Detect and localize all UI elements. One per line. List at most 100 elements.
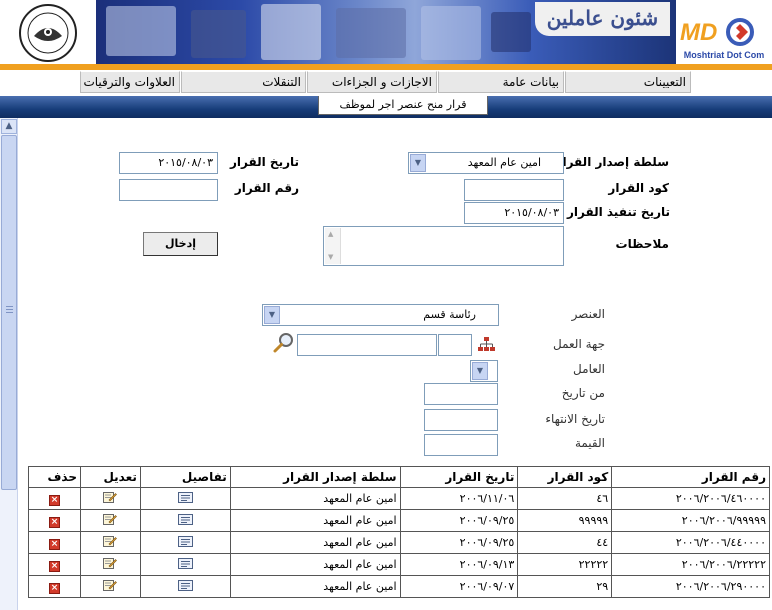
cell-delete: ×	[28, 531, 81, 554]
execution-date-field[interactable]: ٢٠١٥/٠٨/٠٣	[464, 202, 564, 224]
cell-details	[139, 553, 231, 576]
cell-authority: امين عام المعهد	[229, 487, 401, 510]
decision-code-field[interactable]	[464, 179, 564, 201]
cell-delete: ×	[28, 509, 81, 532]
scroll-thumb[interactable]	[1, 135, 17, 490]
element-select[interactable]: رئاسة قسم ▼	[262, 304, 499, 326]
value-field[interactable]	[424, 434, 498, 456]
delete-icon[interactable]: ×	[48, 582, 60, 594]
decision-date-label: تاريخ القرار	[230, 155, 299, 169]
element-select-value: رئاسة قسم	[423, 308, 476, 321]
cell-date: ٢٠٠٦/٠٩/١٣	[399, 553, 519, 576]
edit-icon[interactable]	[103, 557, 118, 569]
scroll-up-button[interactable]: ▲	[1, 119, 17, 134]
cell-code: ٢٢٢٢٢	[517, 553, 613, 576]
table-row: ٢٠٠٦/٢٠٠٦/٤٤٠٠٠٠ ٤٤ ٢٠٠٦/٠٩/٢٥ امين عام الم…	[28, 531, 770, 554]
details-icon[interactable]	[177, 491, 193, 503]
delete-icon[interactable]: ×	[48, 538, 60, 550]
edit-icon[interactable]	[103, 579, 118, 591]
menu-item-transfers[interactable]: التنقلات	[181, 71, 306, 93]
menu-item-appointments[interactable]: التعيينات	[565, 71, 691, 93]
details-icon[interactable]	[177, 579, 193, 591]
table-row: ٢٠٠٦/٢٠٠٦/٢٩٠٠٠٠ ٢٩ ٢٠٠٦/٠٩/٠٧ امين عام الم…	[28, 575, 770, 598]
cell-details	[139, 509, 231, 532]
menu-item-leaves-penalties[interactable]: الاجازات و الجزاءات	[307, 71, 437, 93]
col-header-details: تفاصيل	[139, 466, 231, 488]
cell-number: ٢٠٠٦/٢٠٠٦/٢٩٠٠٠٠	[611, 575, 770, 598]
cell-date: ٢٠٠٦/٠٩/٠٧	[399, 575, 519, 598]
cell-edit	[79, 487, 141, 510]
org-tree-icon[interactable]	[477, 336, 496, 354]
worker-label: العامل	[573, 362, 605, 376]
table-header-row: رقم القرار كود القرار تاريخ القرار سلطة …	[28, 466, 770, 488]
cell-number: ٢٠٠٦/٢٠٠٦/٢٢٢٢٢	[611, 553, 770, 576]
execution-date-label: تاريخ تنفيذ القرار	[566, 205, 670, 219]
cell-edit	[79, 575, 141, 598]
table-row: ٢٠٠٦/٢٠٠٦/٩٩٩٩٩ ٩٩٩٩٩ ٢٠٠٦/٠٩/٢٥ امين عام ا…	[28, 509, 770, 532]
cell-edit	[79, 553, 141, 576]
textarea-scrollbar[interactable]: ▲ ▼	[325, 228, 341, 264]
chevron-down-icon[interactable]: ▼	[410, 154, 426, 172]
submit-button[interactable]: إدخال	[143, 232, 218, 256]
worker-select[interactable]: ▼	[470, 360, 498, 382]
mdc-logo: MD Moshtriat Dot Com	[678, 4, 770, 62]
cell-delete: ×	[28, 575, 81, 598]
decision-number-field[interactable]	[119, 179, 218, 201]
delete-icon[interactable]: ×	[48, 494, 60, 506]
cell-date: ٢٠٠٦/٠٩/٢٥	[399, 531, 519, 554]
chevron-down-icon[interactable]: ▼	[264, 306, 280, 324]
workplace-name-field[interactable]	[297, 334, 437, 356]
cell-code: ٤٤	[517, 531, 613, 554]
cell-delete: ×	[28, 553, 81, 576]
decision-date-field[interactable]: ٢٠١٥/٠٨/٠٣	[119, 152, 218, 174]
table-row: ٢٠٠٦/٢٠٠٦/٢٢٢٢٢ ٢٢٢٢٢ ٢٠٠٦/٠٩/١٣ امين عام ا…	[28, 553, 770, 576]
element-label: العنصر	[571, 307, 605, 321]
institute-seal-logo	[2, 2, 94, 64]
table-row: ٢٠٠٦/٢٠٠٦/٤٦٠٠٠٠ ٤٦ ٢٠٠٦/١١/٠٦ امين عام الم…	[28, 487, 770, 510]
notes-label: ملاحظات	[615, 237, 669, 251]
cell-details	[139, 531, 231, 554]
authority-label: سلطة إصدار القرار	[555, 155, 669, 169]
authority-select-value: امين عام المعهد	[467, 156, 541, 169]
menu-item-general-data[interactable]: بيانات عامة	[438, 71, 564, 93]
details-icon[interactable]	[177, 535, 193, 547]
cell-edit	[79, 531, 141, 554]
edit-icon[interactable]	[103, 491, 118, 503]
value-label: القيمة	[574, 436, 605, 450]
cell-delete: ×	[28, 487, 81, 510]
col-header-authority: سلطة إصدار القرار	[229, 466, 401, 488]
cell-date: ٢٠٠٦/١١/٠٦	[399, 487, 519, 510]
cell-authority: امين عام المعهد	[229, 509, 401, 532]
authority-select[interactable]: امين عام المعهد ▼	[408, 152, 564, 174]
col-header-code: كود القرار	[517, 466, 613, 488]
delete-icon[interactable]: ×	[48, 516, 60, 528]
cell-code: ٢٩	[517, 575, 613, 598]
from-date-field[interactable]	[424, 383, 498, 405]
brand-tagline: Moshtriat Dot Com	[684, 50, 765, 60]
page-subtitle: قرار منح عنصر اجر لموظف	[318, 96, 488, 115]
col-header-number: رقم القرار	[611, 466, 770, 488]
edit-icon[interactable]	[103, 513, 118, 525]
cell-authority: امين عام المعهد	[229, 575, 401, 598]
cell-number: ٢٠٠٦/٢٠٠٦/٤٦٠٠٠٠	[611, 487, 770, 510]
decision-number-label: رقم القرار	[234, 181, 299, 195]
details-icon[interactable]	[177, 557, 193, 569]
decision-code-label: كود القرار	[608, 181, 669, 195]
cell-edit	[79, 509, 141, 532]
cell-code: ٤٦	[517, 487, 613, 510]
details-icon[interactable]	[177, 513, 193, 525]
end-date-label: تاريخ الانتهاء	[545, 412, 605, 426]
cell-authority: امين عام المعهد	[229, 531, 401, 554]
cell-date: ٢٠٠٦/٠٩/٢٥	[399, 509, 519, 532]
search-icon[interactable]	[272, 332, 296, 354]
menu-item-raises-promotions[interactable]: العلاوات والترقيات	[80, 71, 180, 93]
notes-textarea[interactable]: ▲ ▼	[323, 226, 564, 266]
cell-details	[139, 575, 231, 598]
delete-icon[interactable]: ×	[48, 560, 60, 572]
cell-number: ٢٠٠٦/٢٠٠٦/٩٩٩٩٩	[611, 509, 770, 532]
edit-icon[interactable]	[103, 535, 118, 547]
workplace-code-field[interactable]	[438, 334, 472, 356]
chevron-down-icon[interactable]: ▼	[472, 362, 488, 380]
end-date-field[interactable]	[424, 409, 498, 431]
svg-text:MD: MD	[680, 19, 717, 46]
